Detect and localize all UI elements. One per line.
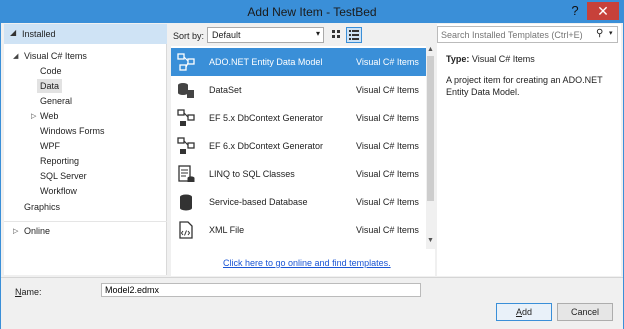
name-label: Name: [15, 287, 42, 297]
search-box[interactable]: ⚲ ▾ [437, 26, 618, 43]
sort-by-label: Sort by: [173, 31, 205, 41]
template-name: DataSet [209, 85, 242, 95]
tree-item-wpf[interactable]: WPF [40, 139, 60, 153]
chevron-down-icon[interactable]: ▾ [609, 29, 613, 37]
search-input[interactable] [438, 27, 593, 42]
template-row[interactable]: XML File Visual C# Items [171, 216, 426, 244]
template-row[interactable]: ADO.NET Entity Data Model Visual C# Item… [171, 48, 426, 76]
template-category: Visual C# Items [356, 225, 419, 235]
xml-file-icon [179, 221, 193, 239]
tree-item-graphics[interactable]: Graphics [24, 200, 60, 214]
online-label: Online [24, 226, 51, 236]
tree-item-workflow[interactable]: Workflow [40, 184, 77, 198]
template-row[interactable]: EF 6.x DbContext Generator Visual C# Ite… [171, 132, 426, 160]
online-link-area: Click here to go online and find templat… [171, 249, 435, 276]
find-templates-online-link[interactable]: Click here to go online and find templat… [223, 258, 391, 268]
collapse-icon[interactable]: ◢ [10, 28, 16, 37]
template-name: Service-based Database [209, 197, 308, 207]
chevron-down-icon: ▾ [315, 29, 320, 38]
tree-item-web[interactable]: Web [40, 109, 58, 123]
add-button[interactable]: Add [496, 303, 552, 321]
name-label-rest: ame: [21, 287, 42, 297]
template-category: Visual C# Items [356, 113, 419, 123]
category-tree: ◢ Installed ◢ Visual C# Items Code Data … [4, 24, 167, 275]
details-view-button[interactable] [346, 27, 362, 43]
tree-item-visual-csharp-items[interactable]: Visual C# Items [24, 49, 87, 63]
database-icon [180, 194, 192, 211]
template-row[interactable]: DataSet Visual C# Items [171, 76, 426, 104]
template-name: ADO.NET Entity Data Model [209, 57, 323, 67]
scroll-up-icon[interactable]: ▲ [427, 46, 434, 53]
tree-item-data[interactable]: Data [37, 79, 63, 93]
template-list-scrollbar[interactable]: ▲ ▼ [426, 46, 435, 249]
template-row[interactable]: Service-based Database Visual C# Items [171, 188, 426, 216]
template-description: A project item for creating an ADO.NET E… [446, 75, 603, 97]
template-category: Visual C# Items [356, 169, 419, 179]
database-icon [178, 83, 194, 98]
name-input[interactable] [101, 283, 421, 297]
tree-item-code[interactable]: Code [40, 64, 62, 78]
installed-label: Installed [22, 29, 56, 39]
tree-item-general[interactable]: General [40, 94, 72, 108]
online-section[interactable]: ▷ Online [4, 221, 167, 239]
close-button[interactable]: ✕ [587, 2, 619, 20]
ef-generator-icon [177, 109, 195, 126]
grid-view-icon [332, 30, 340, 38]
search-icon[interactable]: ⚲ [596, 28, 603, 39]
dialog-window: Add New Item - TestBed ? ✕ ◢ Installed ◢… [0, 0, 624, 329]
template-row[interactable]: EF 5.x DbContext Generator Visual C# Ite… [171, 104, 426, 132]
expand-arrow-icon[interactable]: ▷ [31, 112, 36, 120]
sort-by-select[interactable]: Default ▾ [207, 27, 324, 43]
type-label: Type: [446, 54, 470, 64]
ef-generator-icon [177, 137, 195, 154]
type-value: Visual C# Items [471, 54, 535, 64]
linq-icon [178, 165, 195, 182]
tree-item-reporting[interactable]: Reporting [40, 154, 79, 168]
template-name: LINQ to SQL Classes [209, 169, 295, 179]
window-title: Add New Item - TestBed [247, 5, 377, 19]
template-category: Visual C# Items [356, 85, 419, 95]
add-label-rest: dd [522, 307, 533, 317]
scrollbar-thumb[interactable] [427, 56, 434, 201]
installed-header[interactable]: ◢ Installed [4, 24, 167, 44]
help-button[interactable]: ? [567, 3, 583, 18]
template-category: Visual C# Items [356, 141, 419, 151]
expand-arrow-icon[interactable]: ▷ [13, 227, 18, 235]
template-name: EF 5.x DbContext Generator [209, 113, 324, 123]
template-row[interactable]: LINQ to SQL Classes Visual C# Items [171, 160, 426, 188]
template-category: Visual C# Items [356, 197, 419, 207]
sort-by-value: Default [212, 30, 241, 40]
entity-model-icon [177, 53, 195, 71]
small-icons-view-button[interactable] [329, 27, 345, 43]
type-info: Type: Visual C# Items [446, 54, 535, 64]
template-category: Visual C# Items [356, 57, 419, 67]
template-name: XML File [209, 225, 245, 235]
template-list: ADO.NET Entity Data Model Visual C# Item… [171, 46, 426, 249]
scroll-down-icon[interactable]: ▼ [427, 237, 434, 244]
tree-item-sql-server[interactable]: SQL Server [40, 169, 87, 183]
tree-item-windows-forms[interactable]: Windows Forms [40, 124, 105, 138]
cancel-button[interactable]: Cancel [557, 303, 613, 321]
template-name: EF 6.x DbContext Generator [209, 141, 324, 151]
title-bar[interactable]: Add New Item - TestBed ? ✕ [1, 1, 623, 23]
expand-arrow-icon[interactable]: ◢ [13, 52, 18, 60]
list-view-icon [349, 30, 359, 40]
sort-toolbar: Sort by: Default ▾ [171, 24, 433, 46]
